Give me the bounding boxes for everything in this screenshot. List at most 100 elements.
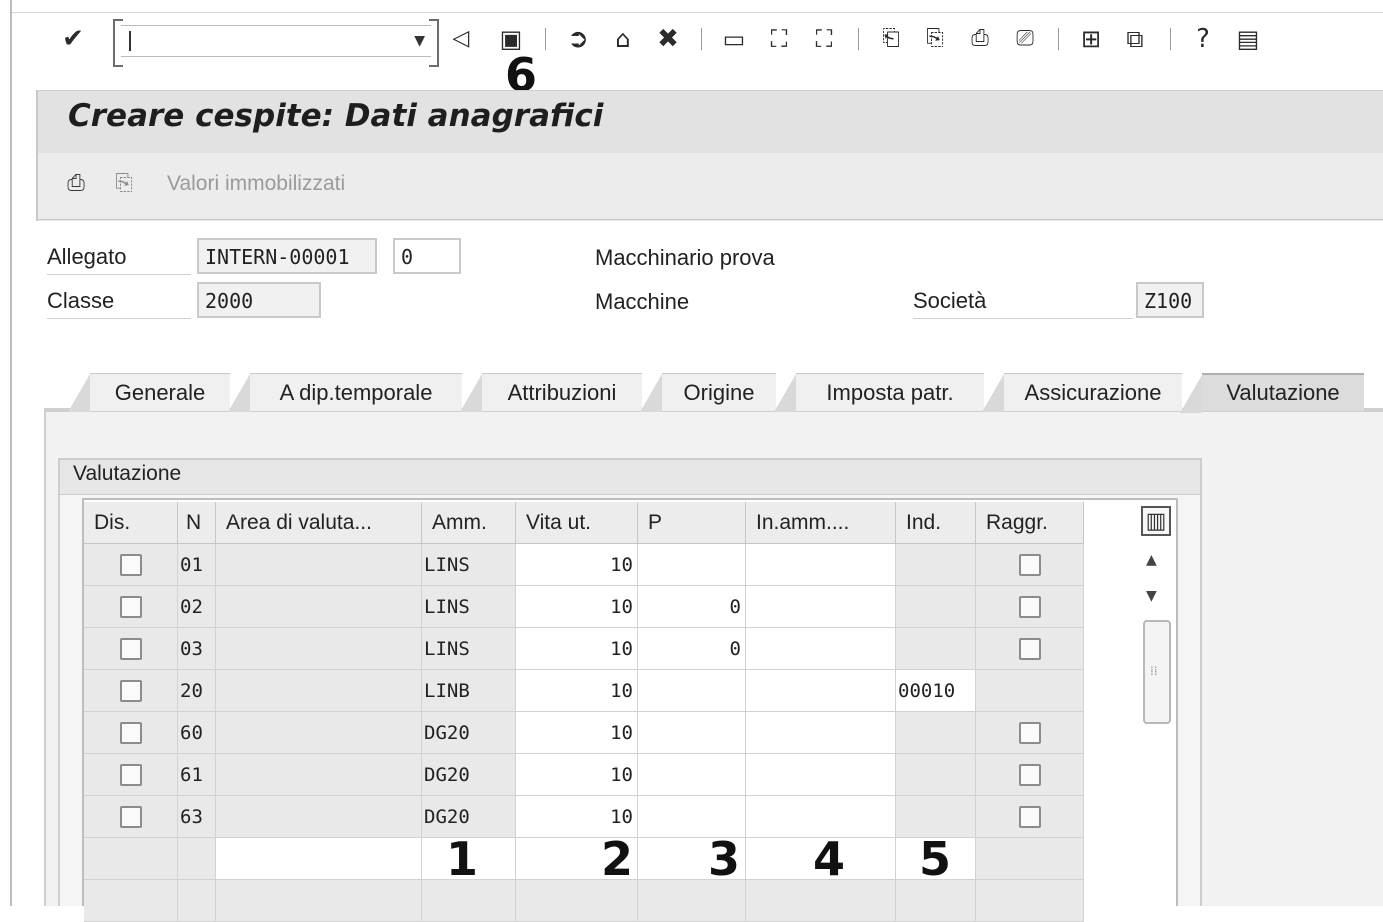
first-page-icon[interactable]: ⎗ bbox=[876, 22, 906, 56]
cell-amm[interactable] bbox=[422, 880, 516, 922]
cell-dep-start[interactable] bbox=[746, 670, 896, 712]
group-checkbox[interactable] bbox=[1018, 721, 1041, 744]
cell-group[interactable] bbox=[976, 754, 1084, 796]
cell-index[interactable] bbox=[896, 754, 976, 796]
exit-icon[interactable]: ⌂ bbox=[608, 22, 638, 56]
cell-depreciation-key[interactable]: LINB bbox=[422, 670, 516, 712]
cell-periods[interactable]: 0 bbox=[638, 586, 746, 628]
cell-dep-start[interactable] bbox=[746, 628, 896, 670]
group-checkbox[interactable] bbox=[1018, 553, 1041, 576]
asset-class-field[interactable]: 2000 bbox=[197, 282, 321, 318]
disable-checkbox[interactable] bbox=[84, 712, 178, 754]
last-page-icon[interactable]: ⎚ bbox=[1010, 22, 1040, 56]
back-triangle-icon[interactable]: ◁ bbox=[446, 22, 476, 56]
cell-dep-start[interactable] bbox=[746, 544, 896, 586]
disable-checkbox[interactable] bbox=[119, 805, 142, 828]
cell-periods[interactable] bbox=[638, 754, 746, 796]
cell-depreciation-key[interactable]: DG20 bbox=[422, 712, 516, 754]
cell-useful-life[interactable]: 10 bbox=[516, 670, 638, 712]
enter-icon[interactable]: ✔ bbox=[58, 22, 88, 56]
disable-checkbox[interactable] bbox=[119, 679, 142, 702]
cell-inamm[interactable] bbox=[746, 880, 896, 922]
cell-useful-life[interactable]: 10 bbox=[516, 628, 638, 670]
print-icon[interactable]: ▭ bbox=[719, 22, 749, 56]
tab-imposta-patr[interactable]: Imposta patr. bbox=[774, 373, 984, 412]
column-header-vita[interactable]: Vita ut. bbox=[516, 502, 638, 544]
cell-index[interactable] bbox=[896, 712, 976, 754]
cell-useful-life[interactable]: 10 bbox=[516, 754, 638, 796]
disable-checkbox[interactable] bbox=[119, 637, 142, 660]
disable-checkbox[interactable] bbox=[84, 628, 178, 670]
asset-number-field[interactable]: INTERN-00001 bbox=[197, 238, 377, 274]
tab-generale[interactable]: Generale bbox=[68, 373, 230, 412]
cell-dep-start[interactable] bbox=[746, 754, 896, 796]
cell-group[interactable] bbox=[976, 712, 1084, 754]
group-checkbox[interactable] bbox=[1018, 763, 1041, 786]
next-page-icon[interactable]: ⎙ bbox=[965, 22, 995, 56]
disable-checkbox[interactable] bbox=[119, 721, 142, 744]
column-header-area[interactable]: Area di valuta... bbox=[216, 502, 422, 544]
disable-checkbox[interactable] bbox=[119, 763, 142, 786]
cell-periods[interactable] bbox=[638, 544, 746, 586]
column-header-ind[interactable]: Ind. bbox=[896, 502, 976, 544]
subnumber-field[interactable]: 0 bbox=[393, 238, 461, 274]
disable-checkbox[interactable] bbox=[84, 544, 178, 586]
scroll-down-icon[interactable]: ▼ bbox=[1146, 588, 1157, 604]
cell-raggr[interactable] bbox=[976, 838, 1084, 880]
tab-origine[interactable]: Origine bbox=[640, 373, 776, 412]
column-header-p[interactable]: P bbox=[638, 502, 746, 544]
cell-useful-life[interactable]: 10 bbox=[516, 586, 638, 628]
column-header-amm[interactable]: Amm. bbox=[422, 502, 516, 544]
new-session-icon[interactable]: ⊞ bbox=[1076, 22, 1106, 56]
disable-checkbox[interactable] bbox=[119, 553, 142, 576]
disable-checkbox[interactable] bbox=[84, 586, 178, 628]
cell-depreciation-key[interactable]: LINS bbox=[422, 628, 516, 670]
cell-periods[interactable] bbox=[638, 670, 746, 712]
cell-index[interactable] bbox=[896, 544, 976, 586]
company-code-field[interactable]: Z100 bbox=[1136, 282, 1204, 318]
cell-depreciation-key[interactable]: DG20 bbox=[422, 754, 516, 796]
cell-dis[interactable] bbox=[84, 880, 178, 922]
asset-values-icon[interactable]: ⎘ bbox=[110, 168, 138, 198]
scroll-up-icon[interactable]: ▲ bbox=[1146, 552, 1157, 568]
tab-assicurazione[interactable]: Assicurazione bbox=[982, 373, 1182, 412]
cancel-icon[interactable]: ✖ bbox=[653, 22, 683, 56]
command-field[interactable]: ▼ bbox=[113, 19, 439, 67]
cell-ind[interactable] bbox=[896, 880, 976, 922]
cell-index[interactable] bbox=[896, 586, 976, 628]
cell-p[interactable] bbox=[638, 880, 746, 922]
display-change-icon[interactable]: ⎙ bbox=[62, 168, 90, 198]
cell-dep-start[interactable] bbox=[746, 712, 896, 754]
cell-depreciation-key[interactable]: LINS bbox=[422, 586, 516, 628]
cell-group[interactable] bbox=[976, 544, 1084, 586]
find-icon[interactable]: ⛶ bbox=[764, 22, 794, 56]
cell-group[interactable] bbox=[976, 670, 1084, 712]
cell-useful-life[interactable]: 10 bbox=[516, 544, 638, 586]
cell-useful-life[interactable]: 10 bbox=[516, 712, 638, 754]
find-next-icon[interactable]: ⛶ bbox=[809, 22, 839, 56]
column-header-raggr[interactable]: Raggr. bbox=[976, 502, 1084, 544]
cell-dep-start[interactable] bbox=[746, 586, 896, 628]
cell-group[interactable] bbox=[976, 628, 1084, 670]
cell-dis[interactable] bbox=[84, 838, 178, 880]
cell-periods[interactable]: 0 bbox=[638, 628, 746, 670]
column-header-n[interactable]: N bbox=[178, 502, 216, 544]
shortcut-icon[interactable]: ⧉ bbox=[1120, 22, 1150, 56]
cell-periods[interactable] bbox=[638, 712, 746, 754]
column-header-dis[interactable]: Dis. bbox=[84, 502, 178, 544]
back-icon[interactable]: ➲ bbox=[563, 22, 593, 56]
help-icon[interactable]: ? bbox=[1188, 22, 1218, 56]
asset-values-button[interactable]: Valori immobilizzati bbox=[167, 172, 345, 196]
disable-checkbox[interactable] bbox=[84, 796, 178, 838]
disable-checkbox[interactable] bbox=[119, 595, 142, 618]
cell-index[interactable]: 00010 bbox=[896, 670, 976, 712]
column-header-inamm[interactable]: In.amm.... bbox=[746, 502, 896, 544]
cell-depreciation-key[interactable]: LINS bbox=[422, 544, 516, 586]
cell-raggr[interactable] bbox=[976, 880, 1084, 922]
group-checkbox[interactable] bbox=[1018, 637, 1041, 660]
disable-checkbox[interactable] bbox=[84, 754, 178, 796]
column-settings-icon[interactable]: ▥ bbox=[1141, 506, 1171, 536]
cell-group[interactable] bbox=[976, 796, 1084, 838]
tab-dip-temporale[interactable]: A dip.temporale bbox=[228, 373, 462, 412]
cell-vita[interactable] bbox=[516, 880, 638, 922]
